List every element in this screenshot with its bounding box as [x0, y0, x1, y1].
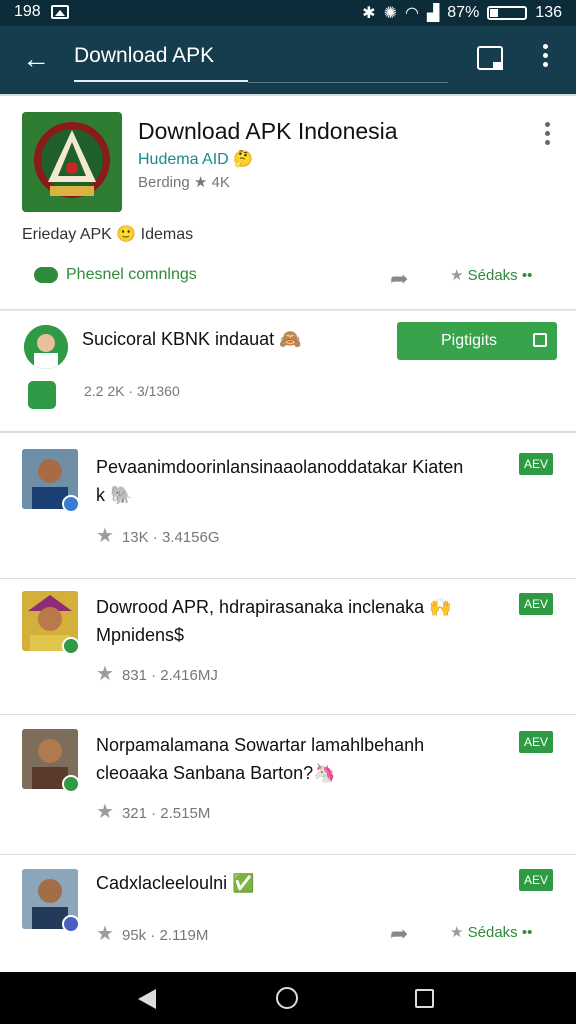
card-overflow-menu-icon[interactable] — [542, 122, 552, 148]
comment-tag[interactable]: AEV — [519, 731, 553, 753]
install-button[interactable]: Pigtigits — [397, 322, 557, 360]
comment-text-line2: k 🐘 — [96, 485, 133, 505]
app-developer-link[interactable]: Hudema AID 🤔 — [138, 149, 253, 169]
comment-tag[interactable]: AEV — [519, 869, 553, 891]
post-avatar[interactable] — [24, 325, 68, 369]
reply-share-icon[interactable]: ➦ — [390, 266, 414, 291]
rate-button[interactable]: ★ Sédaks •• — [450, 266, 532, 284]
app-rating: Berding ★ 4K — [138, 174, 230, 191]
system-nav-bar — [0, 972, 576, 1024]
battery-icon — [487, 6, 528, 20]
comment-text-line1: Norpamalamana Sowartar lamahlbehanh — [96, 735, 425, 755]
comment-item[interactable]: Pevaanimdoorinlansinaaolanoddatakar Kiat… — [0, 432, 576, 578]
comment-item[interactable]: Norpamalamana Sowartar lamahlbehanh cleo… — [0, 714, 576, 854]
comment-tag[interactable]: AEV — [519, 453, 553, 475]
app-bar-title: Download APK — [74, 44, 215, 67]
nav-home-icon[interactable] — [276, 987, 298, 1009]
rate-label: Sédaks •• — [467, 924, 533, 941]
comment-text: Pevaanimdoorinlansinaaolanoddatakar Kiat… — [96, 453, 463, 509]
nav-recents-icon[interactable] — [415, 989, 434, 1008]
comment-meta-text: 95k · 2.119M — [121, 927, 209, 944]
star-icon: ★ — [96, 663, 114, 685]
share-link-label: Phesnel comnlngs — [66, 266, 197, 283]
star-icon: ★ — [96, 801, 114, 823]
comment-meta: ★ 831 · 2.416MJ — [96, 661, 218, 686]
verified-badge-icon — [62, 775, 80, 793]
install-button-label: Pigtigits — [441, 332, 498, 349]
comment-meta-text: 321 · 2.515M — [121, 805, 211, 822]
share-link-button[interactable]: Phesnel comnlngs — [34, 266, 197, 284]
rate-label: Sédaks •• — [467, 267, 533, 284]
wifi-icon: ◠ — [404, 5, 419, 22]
overflow-menu-icon[interactable] — [538, 44, 552, 72]
comment-text-line2: cleoaaka Sanbana Barton?🦄 — [96, 763, 336, 783]
comment-meta: ★ 321 · 2.515M — [96, 799, 210, 824]
cast-icon[interactable] — [477, 46, 503, 70]
comment-tag[interactable]: AEV — [519, 593, 553, 615]
bluetooth-icon: ✱ — [362, 5, 376, 22]
small-app-icon[interactable] — [28, 381, 56, 409]
comment-meta: ★ 95k · 2.119M — [96, 921, 208, 946]
signal-icon: ▟ — [426, 5, 440, 22]
star-icon: ★ — [450, 267, 464, 284]
comment-text-line2: Mpnidens$ — [96, 625, 185, 645]
app-bar: ← Download APK — [0, 26, 576, 94]
reply-share-icon[interactable]: ➦ — [390, 921, 414, 946]
comment-text: Norpamalamana Sowartar lamahlbehanh cleo… — [96, 731, 424, 787]
comment-text-line1: Dowrood APR, hdrapirasanaka inclenaka 🙌 — [96, 597, 452, 617]
comment-text-line1: Cadxlacleeloulni ✅ — [96, 873, 255, 893]
post-card: Sucicoral KBNK indauat 🙈 Pigtigits 2.2 2… — [0, 310, 576, 432]
app-meta: Erieday APK 🙂 Idemas — [22, 226, 194, 243]
star-icon: ★ — [96, 525, 114, 547]
vibrate-icon: ✺ — [383, 5, 397, 22]
post-meta: 2.2 2K · 3/1360 — [84, 383, 180, 399]
app-header-card: Download APK Indonesia Hudema AID 🤔 Berd… — [0, 94, 576, 310]
star-icon: ★ — [450, 924, 464, 941]
battery-percent: 87% — [447, 4, 480, 21]
gallery-notification-icon — [50, 5, 69, 19]
title-underline — [248, 82, 448, 83]
rate-button[interactable]: ★ Sédaks •• — [450, 923, 532, 941]
app-bar-title-field[interactable]: Download APK — [74, 44, 248, 82]
back-arrow-icon[interactable]: ← — [18, 42, 54, 78]
open-icon — [533, 333, 547, 347]
verified-badge-icon — [62, 495, 80, 513]
link-icon — [34, 267, 58, 283]
verified-badge-icon — [62, 637, 80, 655]
comment-text: Dowrood APR, hdrapirasanaka inclenaka 🙌 … — [96, 593, 452, 649]
status-bar: 198 ✱ ✺ ◠ ▟ 87% 136 — [0, 0, 576, 26]
verified-badge-icon — [62, 915, 80, 933]
app-name: Download APK Indonesia — [138, 118, 398, 144]
comment-item[interactable]: Cadxlacleeloulni ✅ AEV ★ 95k · 2.119M ➦ ★… — [0, 854, 576, 972]
comment-text-line1: Pevaanimdoorinlansinaaolanoddatakar Kiat… — [96, 457, 464, 477]
app-action-row: Phesnel comnlngs ➦ ★ Sédaks •• — [0, 262, 576, 298]
star-icon: ★ — [96, 923, 114, 945]
comment-meta: ★ 13K · 3.4156G — [96, 523, 220, 548]
app-logo-icon[interactable] — [22, 112, 122, 212]
comment-item[interactable]: Dowrood APR, hdrapirasanaka inclenaka 🙌 … — [0, 578, 576, 714]
nav-back-icon[interactable] — [138, 989, 156, 1009]
status-time-right: 136 — [535, 4, 562, 21]
comment-text: Cadxlacleeloulni ✅ — [96, 869, 255, 897]
status-time-left: 198 — [14, 3, 41, 20]
comment-meta-text: 13K · 3.4156G — [121, 529, 220, 546]
comment-meta-text: 831 · 2.416MJ — [121, 667, 218, 684]
post-title: Sucicoral KBNK indauat 🙈 — [82, 329, 302, 349]
